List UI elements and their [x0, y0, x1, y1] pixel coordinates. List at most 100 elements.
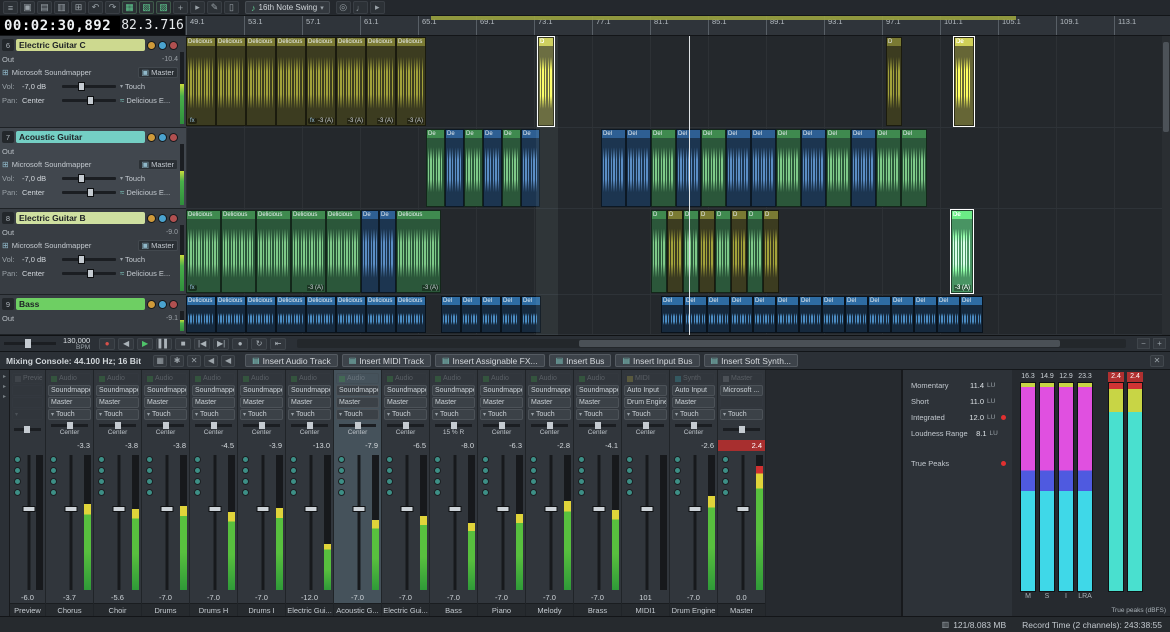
channel-output-bus[interactable]: Master [240, 397, 283, 408]
channel-name[interactable]: Chorus [46, 603, 93, 616]
insert-button[interactable]: ▤ Insert Soft Synth... [704, 354, 798, 367]
console-tool-icon[interactable]: ▦ [153, 355, 167, 367]
audio-clip[interactable]: Del [776, 129, 801, 207]
channel-name[interactable]: Drum Engine [670, 603, 717, 616]
channel-name[interactable]: Piano [478, 603, 525, 616]
channel-name[interactable]: Electric Gui... [286, 603, 333, 616]
channel-name[interactable]: Melody [526, 603, 573, 616]
audio-clip[interactable]: D [886, 37, 902, 126]
channel-output-bus[interactable]: Master [288, 397, 331, 408]
audio-clip[interactable]: Delicious [276, 37, 306, 126]
record-arm-button[interactable] [169, 300, 178, 309]
channel-input[interactable]: Soundmapper [432, 385, 475, 396]
toolbar-icon[interactable]: ▤ [37, 1, 52, 14]
track-output-bus[interactable]: ▣ Master [138, 67, 178, 78]
track-name[interactable]: Bass [16, 298, 145, 310]
volume-fader[interactable] [346, 453, 372, 592]
audio-clip[interactable]: Del [851, 129, 876, 207]
clip-header[interactable]: Del [777, 297, 798, 305]
channel-output-bus[interactable]: Master [336, 397, 379, 408]
console-left-rail[interactable]: ▸▸▸ [0, 370, 10, 616]
clip-header[interactable]: D [700, 211, 714, 219]
audio-clip[interactable]: Delicious fx [186, 37, 216, 126]
volume-fader[interactable] [394, 453, 420, 592]
automation-mode[interactable]: ▾Touch [120, 174, 178, 183]
mixer-channel-strip[interactable]: Audio Soundmapper Master ▾Touch Center -… [238, 370, 286, 616]
volume-fader[interactable] [22, 453, 36, 592]
track-header[interactable]: 9 Bass Out -9.1 ⊞ ▣ [0, 295, 186, 335]
clip-header[interactable]: D [684, 211, 698, 219]
channel-output-bus[interactable]: Drum Engine [624, 397, 667, 408]
audio-clip[interactable]: Delicious [256, 210, 291, 293]
clip-header[interactable]: De [446, 130, 463, 138]
channel-name[interactable]: Drums [142, 603, 189, 616]
clip-header[interactable]: Del [731, 297, 752, 305]
toolbar-icon[interactable]: ▸ [370, 1, 385, 14]
track-header[interactable]: 6 Electric Guitar C Out -10.4 ⊞ Microsof… [0, 36, 186, 128]
audio-clip[interactable]: D [763, 210, 779, 293]
toolbar-icon[interactable]: ⊞ [71, 1, 86, 14]
toolbar-icon[interactable]: ▨ [156, 1, 171, 14]
mixer-channel-strip[interactable]: Audio Soundmapper Master ▾Touch Center -… [46, 370, 94, 616]
channel-automation[interactable]: ▾Touch [432, 409, 475, 420]
channel-output-bus[interactable]: Master [480, 397, 523, 408]
channel-input[interactable]: Soundmapper [48, 385, 91, 396]
audio-clip[interactable]: Delicious -3 (A) [396, 37, 426, 126]
audio-clip[interactable]: Del [481, 296, 501, 333]
channel-input[interactable]: Soundmapper [480, 385, 523, 396]
channel-input[interactable]: Soundmapper [96, 385, 139, 396]
fader-thumb[interactable] [353, 506, 366, 512]
insert-button[interactable]: ▤ Insert Input Bus [615, 354, 699, 367]
mixer-channel-strip[interactable]: Audio Soundmapper Master ▾Touch Center -… [478, 370, 526, 616]
mixer-channel-strip[interactable]: Preview ▾ -6.0 Preview [10, 370, 46, 616]
audio-clip[interactable]: D [683, 210, 699, 293]
audio-clip[interactable]: De [954, 37, 974, 126]
channel-input[interactable]: Microsoft ... [720, 385, 763, 396]
channel-input[interactable]: Soundmapper [192, 385, 235, 396]
clip-header[interactable]: Delicious [257, 211, 290, 219]
toolbar-icon[interactable]: ♩ [353, 1, 368, 14]
clip-header[interactable]: Del [869, 297, 890, 305]
audio-clip[interactable]: De [426, 129, 445, 207]
toolbar-icon[interactable]: ▦ [122, 1, 137, 14]
track-lane[interactable]: Delicious Delicious Delicious [186, 295, 1162, 335]
clip-header[interactable]: Del [502, 297, 520, 305]
fader-thumb[interactable] [737, 506, 750, 512]
transport-button[interactable]: ▌▌ [156, 338, 172, 350]
audio-clip[interactable]: Delicious fx [186, 210, 221, 293]
channel-input[interactable]: Soundmapper [336, 385, 379, 396]
clips-area[interactable]: Delicious fx Delicious Delicious [186, 36, 1162, 335]
pan-control[interactable]: Center [622, 420, 669, 440]
pan-control[interactable]: Center [142, 420, 189, 440]
clip-header[interactable]: Del [846, 297, 867, 305]
audio-clip[interactable]: Delicious [396, 296, 426, 333]
volume-fader[interactable] [106, 453, 132, 592]
fader-thumb[interactable] [689, 506, 702, 512]
console-tool-icon[interactable]: ◀ [204, 355, 218, 367]
audio-clip[interactable]: D [651, 210, 667, 293]
clip-header[interactable]: Del [602, 130, 625, 138]
audio-clip[interactable]: Del [461, 296, 481, 333]
insert-button[interactable]: ▤ Insert Assignable FX... [435, 354, 545, 367]
audio-clip[interactable]: Delicious [216, 37, 246, 126]
volume-fader[interactable] [682, 453, 708, 592]
toolbar-icon[interactable]: ▥ [54, 1, 69, 14]
channel-automation[interactable]: ▾Touch [720, 409, 763, 420]
transport-button[interactable]: ◀ [118, 338, 134, 350]
channel-automation[interactable]: ▾Touch [192, 409, 235, 420]
clip-header[interactable]: Del [877, 130, 900, 138]
clip-header[interactable]: Del [482, 297, 500, 305]
clip-header[interactable]: Del [627, 130, 650, 138]
pan-control[interactable] [10, 420, 45, 440]
audio-clip[interactable]: Del [701, 129, 726, 207]
channel-automation[interactable]: ▾ [12, 409, 43, 420]
audio-clip[interactable]: Delicious [366, 296, 396, 333]
pan-control[interactable]: Center [238, 420, 285, 440]
clip-header[interactable]: Del [852, 130, 875, 138]
audio-clip[interactable]: De [379, 210, 396, 293]
volume-fader[interactable] [442, 453, 468, 592]
channel-name[interactable]: Choir [94, 603, 141, 616]
send-knobs[interactable] [432, 453, 442, 592]
audio-clip[interactable]: Del [801, 129, 826, 207]
channel-output-bus[interactable]: Master [384, 397, 427, 408]
